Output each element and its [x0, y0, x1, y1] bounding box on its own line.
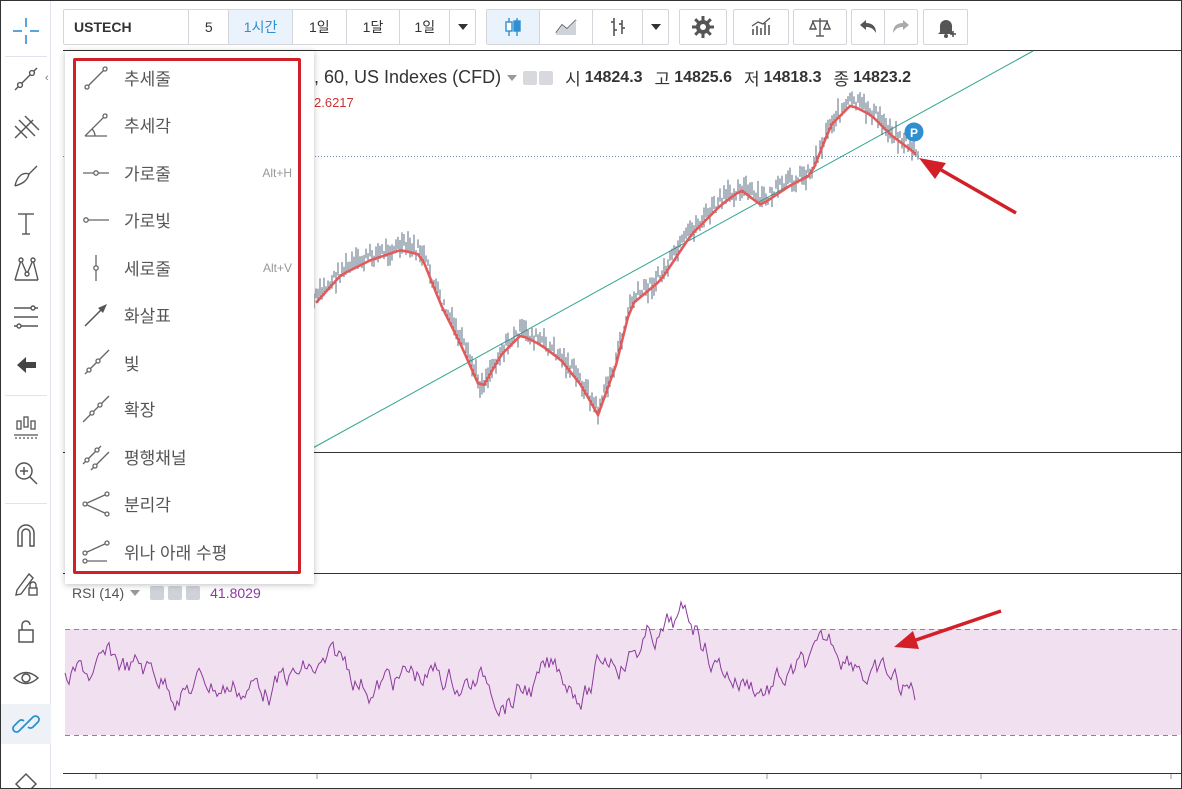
trend-angle-icon — [84, 112, 108, 137]
menu-item-label: 빛 — [124, 355, 140, 374]
position-marker-label: P — [910, 126, 918, 140]
ma-value: 2.6217 — [314, 95, 354, 110]
moving-average-line — [315, 104, 917, 419]
vertical-line-icon — [93, 254, 99, 281]
horizontal-ray-icon — [83, 216, 109, 223]
menu-item-vertical-line[interactable]: 세로줄 Alt+V — [73, 244, 298, 291]
menu-item-trend-angle[interactable]: 추세각 — [73, 101, 298, 148]
low-label: 저 — [744, 70, 760, 89]
menu-item-horizontal-line[interactable]: 가로줄 Alt+H — [73, 149, 298, 196]
menu-item-label: 추세각 — [124, 117, 171, 136]
chevron-down-icon[interactable] — [130, 590, 141, 596]
chevron-down-icon[interactable] — [507, 74, 518, 81]
flat-top-bottom-icon — [82, 539, 110, 564]
menu-item-label: 화살표 — [124, 307, 171, 326]
menu-item-trendline[interactable]: 추세줄 — [73, 54, 298, 101]
menu-item-ray[interactable]: 빛 — [73, 339, 298, 386]
high-value: 14825.6 — [674, 68, 733, 86]
close-icon[interactable] — [186, 586, 201, 600]
rsi-value: 41.8029 — [210, 585, 261, 601]
rsi-label: RSI (14) — [72, 585, 125, 601]
menu-item-label: 가로빛 — [124, 212, 171, 231]
shortcut-alt-v: Alt+V — [262, 260, 292, 275]
menu-item-label: 세로줄 — [124, 260, 171, 279]
annotation-arrow-price — [919, 158, 1017, 215]
menu-item-horizontal-ray[interactable]: 가로빛 — [73, 196, 298, 243]
menu-item-label: 위나 아래 수평 — [124, 544, 228, 563]
open-value: 14824.3 — [584, 68, 643, 86]
app-window: ‹ USTECH 5 1시간 1일 1달 1일 P , 60, US Index… — [0, 0, 1182, 789]
menu-item-arrow[interactable]: 화살표 — [73, 291, 298, 338]
menu-item-label: 평행채널 — [124, 449, 187, 468]
parallel-channel-icon — [82, 445, 110, 470]
eye-icon[interactable] — [523, 70, 538, 85]
menu-item-label: 확장 — [124, 401, 156, 420]
trendline-icon — [84, 65, 108, 90]
open-label: 시 — [565, 70, 581, 89]
menu-item-flat-top-bottom[interactable]: 위나 아래 수평 — [73, 528, 298, 575]
legend-title: , 60, US Indexes (CFD) — [314, 67, 502, 87]
horizontal-line-icon — [83, 169, 109, 176]
disjoint-angle-icon — [82, 490, 110, 517]
ray-icon — [84, 349, 110, 374]
menu-item-label: 추세줄 — [124, 70, 171, 89]
menu-item-extended-line[interactable]: 확장 — [73, 385, 298, 432]
menu-item-label: 분리각 — [124, 496, 171, 515]
close-label: 종 — [833, 70, 850, 89]
high-label: 고 — [654, 70, 671, 89]
shortcut-alt-h: Alt+H — [262, 165, 292, 180]
main-legend: , 60, US Indexes (CFD) 시 14824.3 고 14825… — [314, 65, 911, 90]
low-value: 14818.3 — [763, 68, 822, 86]
arrow-icon — [84, 303, 107, 327]
eye-icon[interactable] — [150, 586, 165, 600]
menu-item-label: 가로줄 — [124, 165, 171, 184]
menu-item-disjoint-angle[interactable]: 분리각 — [73, 480, 298, 527]
menu-item-parallel-channel[interactable]: 평행채널 — [73, 433, 298, 480]
rsi-legend: RSI (14) 41.8029 — [72, 585, 261, 601]
close-value: 14823.2 — [853, 68, 911, 86]
price-series — [313, 91, 919, 425]
extended-line-icon — [82, 395, 110, 422]
gear-icon[interactable] — [168, 586, 183, 600]
gear-icon[interactable] — [539, 70, 554, 85]
